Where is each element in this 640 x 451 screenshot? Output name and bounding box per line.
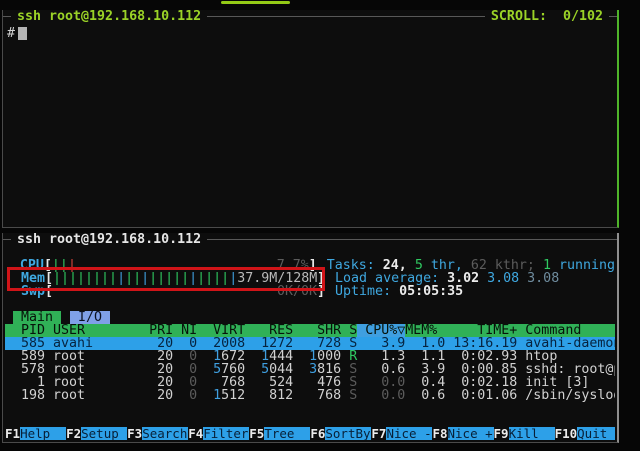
table-row[interactable]: 198root2001512812768S0.00.60:01.06/sbin/… — [5, 389, 615, 402]
fkey-kill-label[interactable]: Kill — [509, 427, 555, 440]
swap-meter-label: Swp — [5, 285, 45, 298]
bottom-pane-title-row: ssh root@192.168.10.112 — [3, 233, 617, 246]
fkey-search-label[interactable]: Search — [142, 427, 188, 440]
top-pane-title: ssh root@192.168.10.112 — [11, 10, 207, 23]
top-terminal-pane[interactable]: ssh root@192.168.10.112 SCROLL: 0/102 # — [2, 10, 619, 228]
mem-meter-bars: |||| — [197, 272, 229, 285]
htop-app: CPU[|||7.7%] Tasks: 24, 5 thr, 62 kthr; … — [3, 246, 617, 442]
shell-prompt: # — [7, 26, 15, 41]
top-pane-title-row: ssh root@192.168.10.112 SCROLL: 0/102 — [3, 10, 617, 23]
col-command[interactable]: Command — [517, 324, 615, 337]
fkey-setup[interactable]: F2 — [66, 427, 81, 440]
fkey-kill[interactable]: F9 — [494, 427, 509, 440]
swap-meter-value: 0K/0K — [277, 285, 317, 298]
swap-meter: 0K/0K — [53, 285, 317, 298]
table-row[interactable]: 1root200768524476S0.00.40:02.18init [3] — [5, 376, 615, 389]
fkey-sortby-label[interactable]: SortBy — [325, 427, 371, 440]
cpu-meter-bars: || — [52, 259, 68, 272]
table-row[interactable]: 578root200576050443816S0.63.90:00.85sshd… — [5, 363, 615, 376]
fkey-search[interactable]: F3 — [127, 427, 142, 440]
shell-prompt-line[interactable]: # — [7, 27, 617, 40]
mem-meter-bars: |||||||| — [53, 272, 117, 285]
scroll-indicator: SCROLL: 0/102 — [485, 10, 609, 23]
process-table-header[interactable]: PIDUSERPRINIVIRTRESSHRSCPU%▽MEM%TIME+Com… — [5, 324, 615, 337]
bottom-pane-title: ssh root@192.168.10.112 — [11, 233, 207, 246]
mem-meter-value: 37.9M/128M — [237, 272, 317, 285]
cpu-meter-bars: | — [68, 259, 76, 272]
swap-meter-line: Swp[0K/0K] Uptime: 05:05:35 — [5, 285, 615, 298]
function-key-bar: F1HelpF2SetupF3SearchF4FilterF5TreeF6Sor… — [5, 427, 615, 440]
mem-meter-bars: | — [189, 272, 197, 285]
fkey-nice-minus[interactable]: F7 — [371, 427, 386, 440]
terminal-cursor — [18, 27, 27, 40]
mem-meter-bars: ||||| — [149, 272, 189, 285]
fkey-sortby[interactable]: F6 — [310, 427, 325, 440]
border-line — [3, 16, 11, 17]
htop-tab-bar: Main I/O — [5, 311, 615, 324]
mem-meter-line: Mem[|||||||||||||||||||||||37.9M/128M] L… — [5, 272, 615, 285]
border-line — [3, 239, 11, 240]
fkey-nice-plus-label[interactable]: Nice + — [448, 427, 494, 440]
cpu-meter: ||| 7.7% — [52, 259, 309, 272]
mem-meter-bars: | — [117, 272, 125, 285]
cpu-meter-value: 7.7% — [277, 259, 309, 272]
fkey-filter[interactable]: F4 — [188, 427, 203, 440]
fkey-help[interactable]: F1 — [5, 427, 20, 440]
mem-meter-bars: | — [141, 272, 149, 285]
border-line — [609, 16, 617, 17]
fkey-nice-plus[interactable]: F8 — [432, 427, 447, 440]
uptime: Uptime: 05:05:35 — [335, 285, 463, 298]
col-user[interactable]: USER — [45, 324, 125, 337]
tab-io[interactable]: I/O — [70, 311, 110, 324]
mem-meter: |||||||||||||||||||||||37.9M/128M — [53, 272, 317, 285]
mem-meter-bars: || — [125, 272, 141, 285]
border-line — [207, 16, 485, 17]
fkey-tree-label[interactable]: Tree — [264, 427, 310, 440]
bottom-terminal-pane[interactable]: ssh root@192.168.10.112 CPU[|||7.7%] Tas… — [2, 233, 619, 443]
fkey-setup-label[interactable]: Setup — [81, 427, 127, 440]
fkey-quit[interactable]: F10 — [555, 427, 578, 440]
fkey-tree[interactable]: F5 — [249, 427, 264, 440]
fkey-help-label[interactable]: Help — [20, 427, 66, 440]
fkey-filter-label[interactable]: Filter — [203, 427, 249, 440]
fkey-nice-minus-label[interactable]: Nice - — [386, 427, 432, 440]
mem-meter-bars: | — [229, 272, 237, 285]
border-line — [207, 239, 617, 240]
video-progress-strip — [221, 1, 290, 4]
fkey-quit-label[interactable]: Quit — [577, 427, 615, 440]
